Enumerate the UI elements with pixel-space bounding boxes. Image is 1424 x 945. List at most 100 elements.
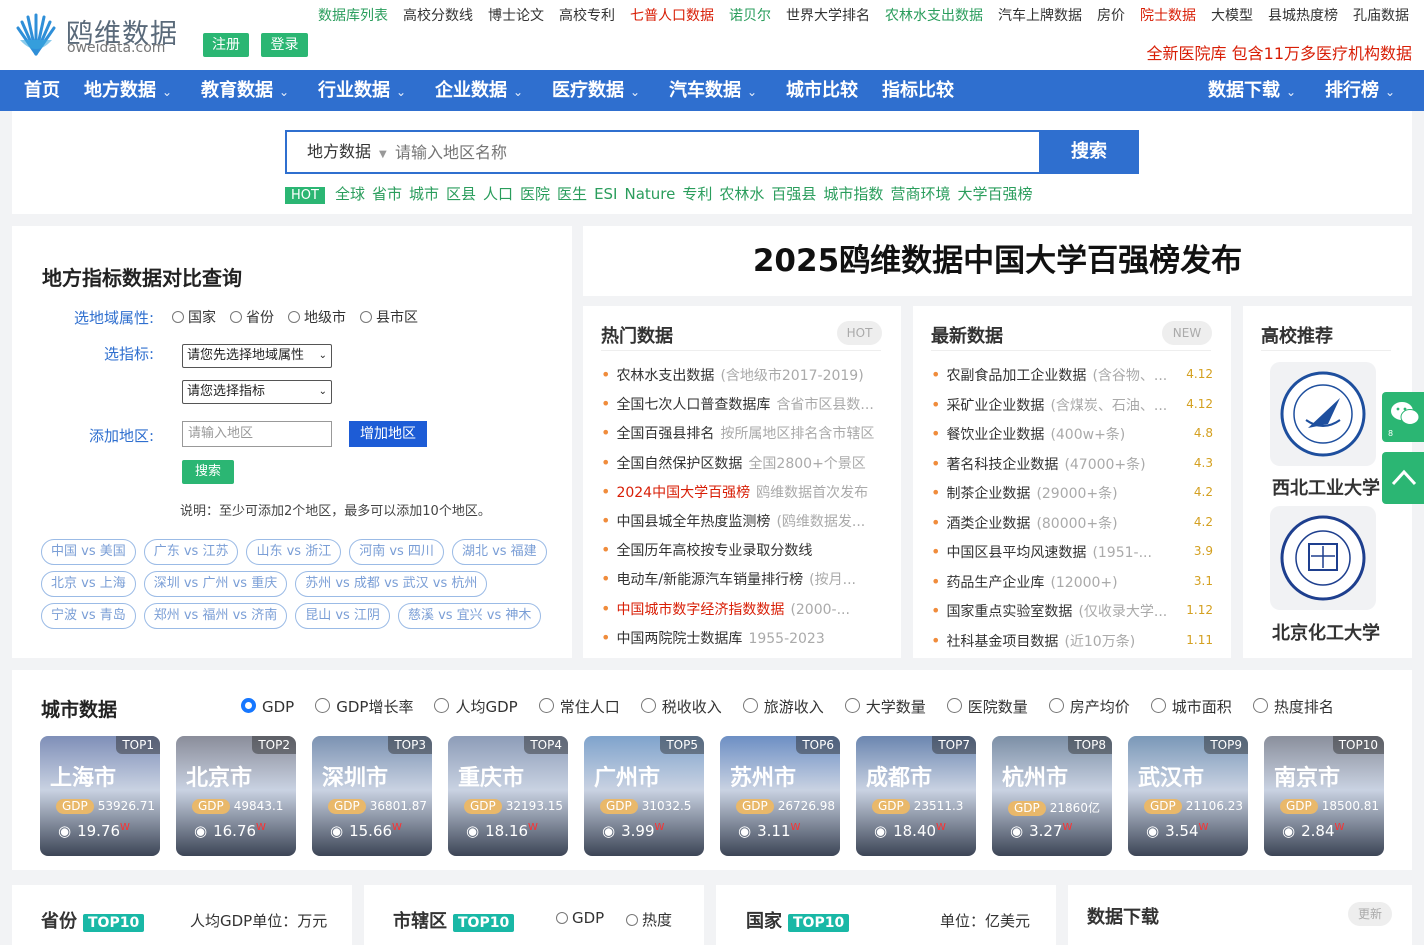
back-to-top-button[interactable]	[1382, 452, 1424, 504]
compare-preset-pill[interactable]: 深圳 vs 广州 vs 重庆	[143, 571, 288, 597]
hot-link[interactable]: Nature	[625, 185, 676, 203]
hot-link[interactable]: 城市指数	[823, 185, 883, 203]
search-button[interactable]: 搜索	[1039, 132, 1139, 172]
compare-preset-pill[interactable]: 湖北 vs 福建	[451, 539, 547, 565]
city-metric-option[interactable]: 旅游收入	[742, 698, 824, 716]
city-card[interactable]: TOP5 广州市 GDP 31032.5 ◉ 3.99W	[584, 736, 704, 856]
compare-preset-pill[interactable]: 郑州 vs 福州 vs 济南	[143, 603, 288, 629]
university-name[interactable]: 西北工业大学	[1266, 474, 1386, 500]
hot-data-item[interactable]: • 全国历年高校按专业录取分数线	[601, 540, 883, 560]
hot-link[interactable]: 专利	[682, 185, 712, 203]
compare-preset-pill[interactable]: 昆山 vs 江阴	[295, 603, 390, 629]
top-link[interactable]: 大模型	[1211, 8, 1253, 24]
nav-item[interactable]: 行业数据 ⌄	[318, 70, 406, 111]
university-logo-buct[interactable]	[1270, 506, 1376, 610]
city-card[interactable]: TOP2 北京市 GDP 49843.1 ◉ 16.76W	[176, 736, 296, 856]
hot-link[interactable]: 医生	[557, 185, 587, 203]
city-metric-option[interactable]: 常住人口	[538, 698, 620, 716]
city-metric-option[interactable]: 人均GDP	[434, 698, 518, 716]
hot-link[interactable]: 医院	[520, 185, 550, 203]
top-link[interactable]: 院士数据	[1140, 8, 1196, 24]
new-data-item[interactable]: • 社科基金项目数据 (近10万条) 1.11	[931, 631, 1213, 651]
nav-item[interactable]: 城市比较	[786, 70, 858, 111]
top-link[interactable]: 数据库列表	[318, 8, 388, 24]
top-link[interactable]: 农林水支出数据	[885, 8, 983, 24]
city-card[interactable]: TOP9 武汉市 GDP 21106.23 ◉ 3.54W	[1128, 736, 1248, 856]
new-data-item[interactable]: • 国家重点实验室数据 (仅收录大学... 1.12	[931, 601, 1213, 621]
banner-title[interactable]: 2025鸥维数据中国大学百强榜发布	[583, 226, 1412, 296]
new-data-item[interactable]: • 餐饮业企业数据 (400w+条) 4.8	[931, 424, 1213, 444]
hot-link[interactable]: 大学百强榜	[957, 185, 1032, 203]
logo-fan-icon[interactable]	[12, 10, 60, 58]
hot-data-item[interactable]: • 电动车/新能源汽车销量排行榜 (按月...	[601, 569, 883, 589]
top-link[interactable]: 七普人口数据	[630, 8, 714, 24]
hot-link[interactable]: 城市	[409, 185, 439, 203]
compare-preset-pill[interactable]: 慈溪 vs 宜兴 vs 神木	[397, 603, 542, 629]
indicator-select[interactable]: 请您选择指标 ⌄	[182, 380, 332, 404]
hot-data-item[interactable]: • 2024中国大学百强榜 鸥维数据首次发布	[601, 482, 883, 502]
city-card[interactable]: TOP8 杭州市 GDP 21860亿 ◉ 3.27W	[992, 736, 1112, 856]
nav-item[interactable]: 地方数据 ⌄	[84, 70, 172, 111]
region-option[interactable]: 省份	[230, 310, 274, 326]
city-card[interactable]: TOP10 南京市 GDP 18500.81 ◉ 2.84W	[1264, 736, 1384, 856]
hot-data-item[interactable]: • 中国城市数字经济指数数据 (2000-...	[601, 599, 883, 619]
hot-link[interactable]: 区县	[446, 185, 476, 203]
new-data-item[interactable]: • 药品生产企业库 (12000+) 3.1	[931, 572, 1213, 592]
top-link[interactable]: 高校分数线	[403, 8, 473, 24]
city-metric-option[interactable]: 大学数量	[844, 698, 926, 716]
city-metric-option[interactable]: 房产均价	[1048, 698, 1130, 716]
hot-link[interactable]: 全球	[335, 185, 365, 203]
nav-item[interactable]: 首页	[24, 70, 60, 111]
hot-data-item[interactable]: • 全国七次人口普查数据库 含省市区县数...	[601, 394, 883, 414]
district-option-heat[interactable]: 热度	[626, 909, 672, 930]
city-metric-option[interactable]: GDP	[241, 698, 294, 716]
nav-item[interactable]: 数据下载 ⌄	[1208, 70, 1296, 111]
add-region-button[interactable]: 增加地区	[349, 421, 427, 447]
university-logo-nwpu[interactable]	[1270, 362, 1376, 466]
nav-item[interactable]: 汽车数据 ⌄	[669, 70, 757, 111]
top-link[interactable]: 诺贝尔	[729, 8, 771, 24]
top-link[interactable]: 孔庙数据	[1353, 8, 1409, 24]
top-link[interactable]: 汽车上牌数据	[998, 8, 1082, 24]
hot-data-item[interactable]: • 农林水支出数据 (含地级市2017-2019)	[601, 365, 883, 385]
new-data-item[interactable]: • 制茶企业数据 (29000+条) 4.2	[931, 483, 1213, 503]
hot-link[interactable]: 营商环境	[890, 185, 950, 203]
city-metric-option[interactable]: 医院数量	[946, 698, 1028, 716]
city-card[interactable]: TOP4 重庆市 GDP 32193.15 ◉ 18.16W	[448, 736, 568, 856]
region-option[interactable]: 县市区	[360, 310, 418, 326]
city-card[interactable]: TOP7 成都市 GDP 23511.3 ◉ 18.40W	[856, 736, 976, 856]
add-region-input[interactable]: 请输入地区	[182, 421, 332, 447]
compare-search-button[interactable]: 搜索	[182, 460, 234, 484]
register-button[interactable]: 注册	[203, 33, 249, 57]
new-data-item[interactable]: • 中国区县平均风速数据 (1951-... 3.9	[931, 542, 1213, 562]
wechat-widget[interactable]: 8	[1382, 392, 1424, 442]
compare-preset-pill[interactable]: 广东 vs 江苏	[143, 539, 239, 565]
top-link[interactable]: 世界大学排名	[786, 8, 870, 24]
region-type-select[interactable]: 请您先选择地域属性 ⌄	[182, 344, 332, 368]
hot-link[interactable]: 农林水	[719, 185, 764, 203]
search-input[interactable]	[395, 132, 1025, 172]
nav-item[interactable]: 排行榜 ⌄	[1325, 70, 1395, 111]
city-card[interactable]: TOP3 深圳市 GDP 36801.87 ◉ 15.66W	[312, 736, 432, 856]
district-option-gdp[interactable]: GDP	[556, 909, 604, 927]
top-link[interactable]: 房价	[1097, 8, 1125, 24]
promo-link[interactable]: 全新医院库 包含11万多医疗机构数据	[1147, 40, 1412, 64]
city-card[interactable]: TOP1 上海市 GDP 53926.71 ◉ 19.76W	[40, 736, 160, 856]
compare-preset-pill[interactable]: 宁波 vs 青岛	[41, 603, 136, 629]
top-link[interactable]: 博士论文	[488, 8, 544, 24]
compare-preset-pill[interactable]: 山东 vs 浙江	[246, 539, 342, 565]
hot-data-item[interactable]: • 全国百强县排名 按所属地区排名含市辖区	[601, 423, 883, 443]
city-metric-option[interactable]: 热度排名	[1252, 698, 1334, 716]
hot-link[interactable]: 百强县	[771, 185, 816, 203]
hot-link[interactable]: 人口	[483, 185, 513, 203]
city-card[interactable]: TOP6 苏州市 GDP 26726.98 ◉ 3.11W	[720, 736, 840, 856]
new-data-item[interactable]: • 农副食品加工企业数据 (含谷物、... 4.12	[931, 365, 1213, 385]
compare-preset-pill[interactable]: 河南 vs 四川	[349, 539, 444, 565]
compare-preset-pill[interactable]: 北京 vs 上海	[41, 571, 136, 597]
compare-preset-pill[interactable]: 中国 vs 美国	[41, 539, 136, 565]
hot-data-item[interactable]: • 中国两院院士数据库 1955-2023	[601, 628, 883, 648]
nav-item[interactable]: 企业数据 ⌄	[435, 70, 523, 111]
hot-link[interactable]: ESI	[594, 185, 617, 203]
top-link[interactable]: 县城热度榜	[1268, 8, 1338, 24]
search-category-select[interactable]: 地方数据 ▼	[287, 132, 387, 172]
